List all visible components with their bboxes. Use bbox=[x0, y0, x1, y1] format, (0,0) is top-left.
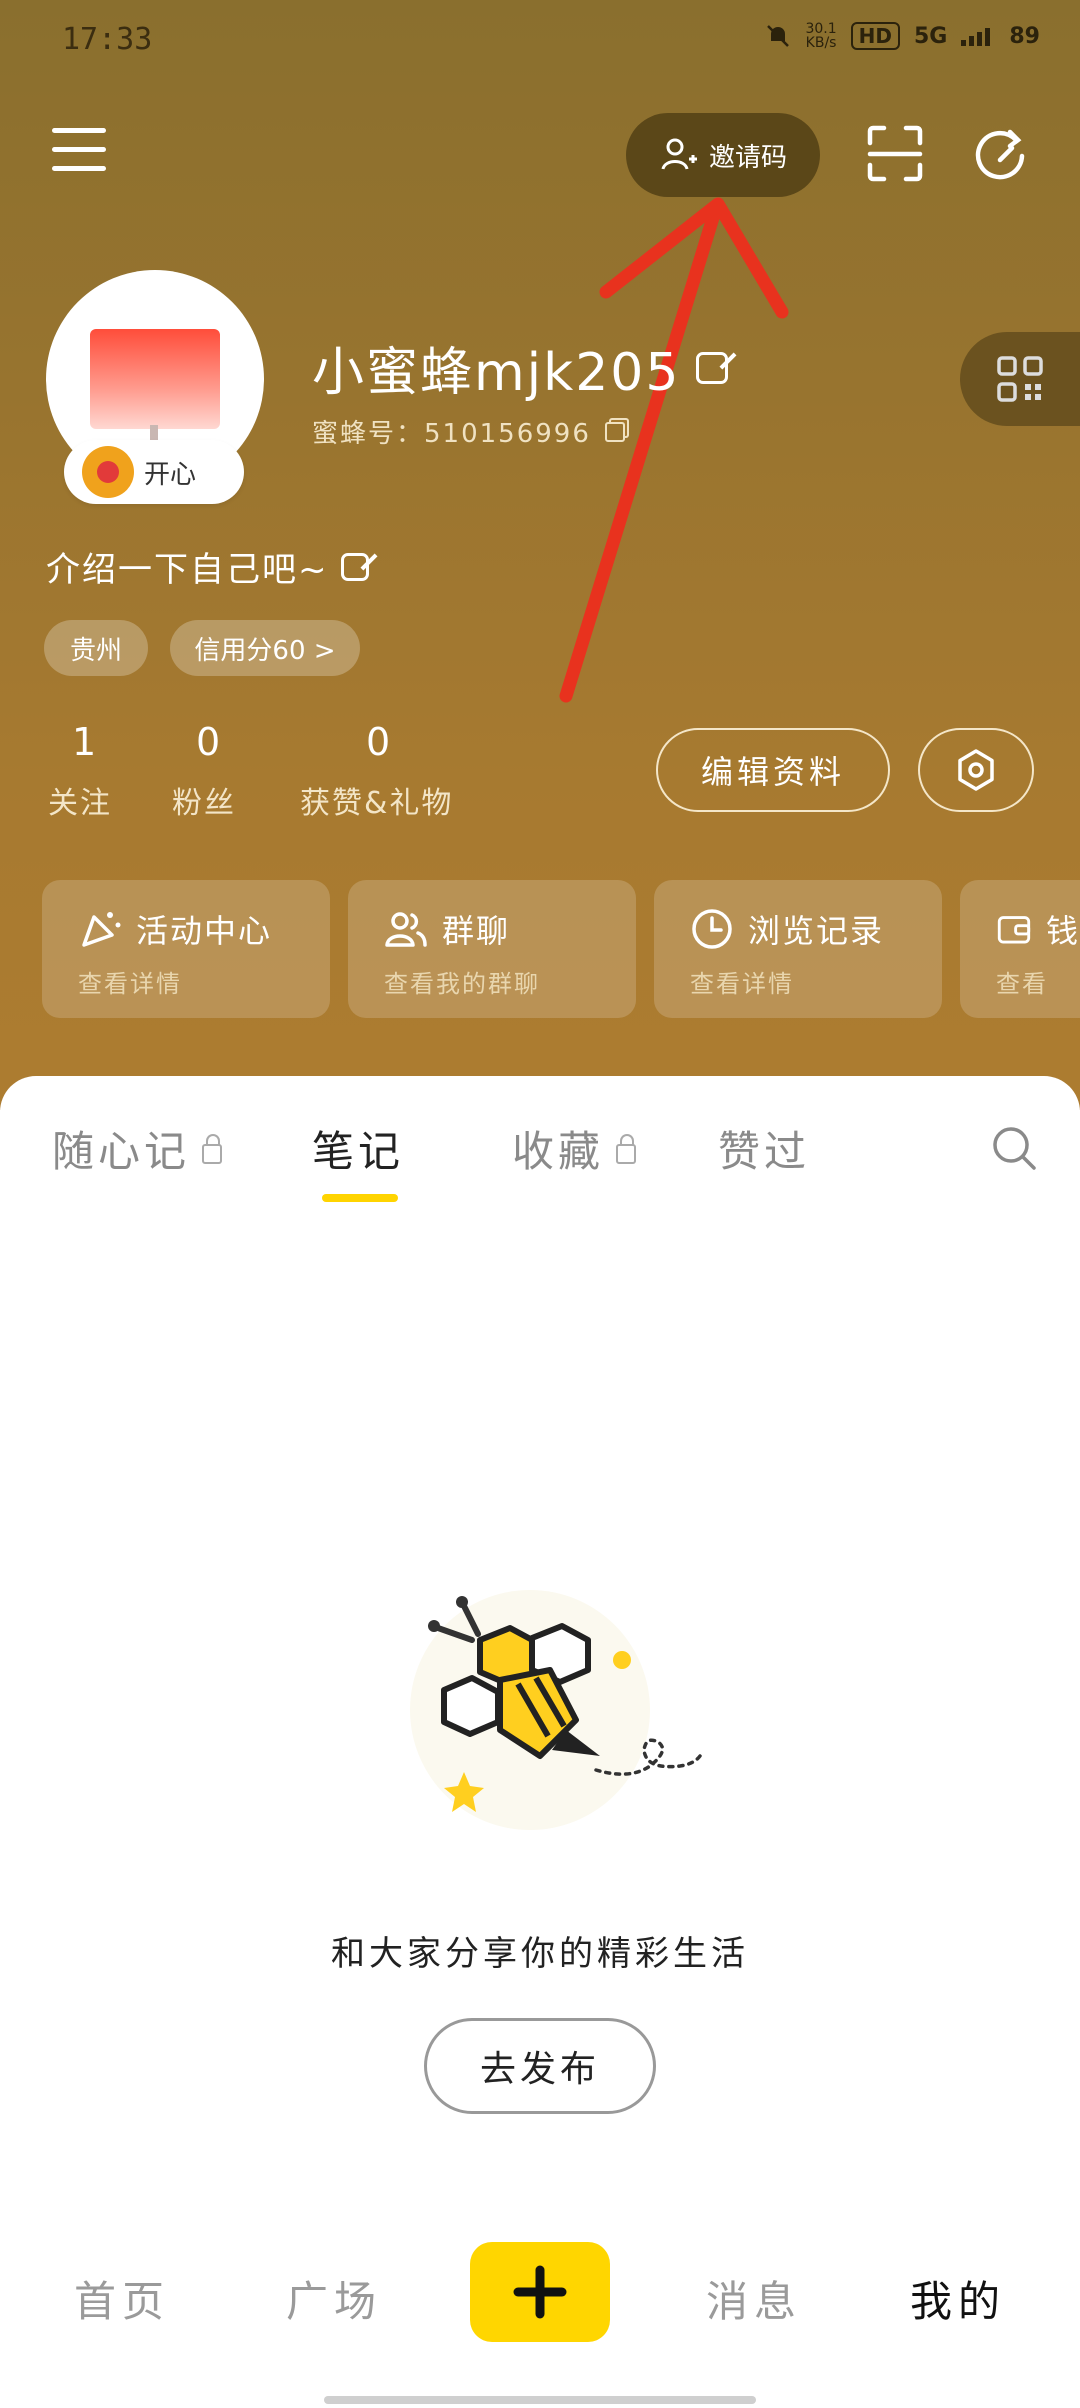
wallet-icon bbox=[997, 916, 1031, 944]
settings-icon bbox=[958, 749, 994, 791]
nav-plaza[interactable]: 广场 bbox=[286, 2268, 382, 2329]
quick-card-title: 活动中心 bbox=[136, 912, 273, 950]
mood-label: 开心 bbox=[144, 459, 197, 490]
mood-icon bbox=[82, 446, 134, 498]
edit-bio-icon[interactable] bbox=[340, 552, 369, 581]
avatar-image bbox=[90, 329, 220, 455]
quick-card-activity[interactable]: 活动中心 查看详情 bbox=[42, 880, 330, 1018]
battery-level: 89 bbox=[1009, 23, 1040, 49]
tab-favorites[interactable]: 收藏 bbox=[512, 1118, 637, 1179]
lock-icon bbox=[616, 1133, 637, 1164]
following-count: 1 bbox=[72, 720, 97, 764]
quick-card-subtitle: 查看详情 bbox=[690, 970, 794, 998]
tab-label: 随心记 bbox=[52, 1127, 191, 1176]
tab-random-notes[interactable]: 随心记 bbox=[52, 1118, 223, 1179]
settings-button[interactable] bbox=[918, 728, 1034, 812]
tab-liked[interactable]: 赞过 bbox=[718, 1118, 810, 1179]
qr-code-button[interactable] bbox=[960, 332, 1080, 426]
following-label: 关注 bbox=[48, 786, 112, 821]
quick-card-subtitle: 查看详情 bbox=[78, 970, 182, 998]
bio-text: 介绍一下自己吧~ bbox=[46, 550, 329, 590]
username[interactable]: 小蜜蜂mjk205 bbox=[312, 330, 729, 405]
tab-label: 收藏 bbox=[512, 1127, 605, 1176]
copy-icon[interactable] bbox=[604, 421, 625, 442]
active-tab-indicator bbox=[322, 1194, 398, 1202]
search-icon[interactable] bbox=[990, 1124, 1038, 1172]
status-icons: 30.1 KB/s HD 5G 89 bbox=[765, 22, 1040, 50]
followers-count: 0 bbox=[196, 720, 221, 764]
tab-notes[interactable]: 笔记 bbox=[312, 1118, 404, 1179]
clock-icon bbox=[692, 909, 732, 949]
signal-icon bbox=[961, 28, 991, 46]
hd-badge: HD bbox=[850, 22, 900, 50]
quick-card-subtitle: 查看我的群聊 bbox=[384, 970, 540, 998]
quick-card-group-chat[interactable]: 群聊 查看我的群聊 bbox=[348, 880, 636, 1018]
status-time: 17:33 bbox=[62, 22, 153, 57]
username-text: 小蜜蜂mjk205 bbox=[312, 343, 681, 403]
likes-count: 0 bbox=[366, 720, 391, 764]
network-speed: 30.1 KB/s bbox=[805, 21, 837, 51]
user-id: 蜜蜂号：510156996 bbox=[312, 413, 625, 450]
stat-following[interactable]: 1 关注 bbox=[48, 720, 112, 822]
add-user-icon bbox=[661, 138, 697, 170]
nav-messages[interactable]: 消息 bbox=[706, 2268, 802, 2329]
publish-button[interactable]: 去发布 bbox=[424, 2018, 656, 2114]
qr-code-icon bbox=[997, 356, 1043, 402]
quick-card-title: 群聊 bbox=[442, 912, 511, 950]
nav-home[interactable]: 首页 bbox=[74, 2268, 170, 2329]
scan-icon[interactable] bbox=[866, 125, 924, 183]
likes-label: 获赞&礼物 bbox=[300, 786, 454, 821]
mood-badge[interactable]: 开心 bbox=[64, 440, 244, 504]
empty-state-text: 和大家分享你的精彩生活 bbox=[331, 1934, 749, 1974]
edit-name-icon[interactable] bbox=[696, 351, 729, 384]
followers-label: 粉丝 bbox=[172, 786, 236, 821]
menu-button[interactable] bbox=[52, 128, 106, 174]
quick-card-history[interactable]: 浏览记录 查看详情 bbox=[654, 880, 942, 1018]
location-tag[interactable]: 贵州 bbox=[44, 620, 148, 676]
tab-label: 笔记 bbox=[312, 1127, 405, 1176]
stat-likes-gifts[interactable]: 0 获赞&礼物 bbox=[300, 720, 453, 822]
quick-card-subtitle: 查看 bbox=[996, 970, 1048, 998]
group-icon bbox=[385, 912, 427, 947]
nav-mine[interactable]: 我的 bbox=[910, 2268, 1006, 2329]
lock-icon bbox=[202, 1133, 223, 1164]
stat-followers[interactable]: 0 粉丝 bbox=[172, 720, 236, 822]
network-type: 5G bbox=[914, 23, 948, 49]
plus-icon bbox=[513, 2265, 567, 2319]
quick-card-title: 钱 bbox=[1045, 912, 1080, 950]
credit-score-tag[interactable]: 信用分60 > bbox=[170, 620, 360, 676]
invite-code-button[interactable]: 邀请码 bbox=[626, 113, 820, 197]
bio[interactable]: 介绍一下自己吧~ bbox=[46, 542, 369, 591]
edit-profile-button[interactable]: 编辑资料 bbox=[656, 728, 890, 812]
quick-card-wallet[interactable]: 钱 查看 bbox=[960, 880, 1080, 1018]
activity-icon bbox=[82, 912, 121, 947]
create-post-button[interactable] bbox=[470, 2242, 610, 2342]
home-indicator[interactable] bbox=[324, 2396, 756, 2404]
quick-card-title: 浏览记录 bbox=[748, 912, 885, 950]
menu-icon bbox=[52, 128, 106, 133]
invite-code-label: 邀请码 bbox=[708, 142, 787, 173]
user-id-text: 蜜蜂号：510156996 bbox=[312, 419, 591, 449]
refresh-icon[interactable] bbox=[972, 126, 1028, 182]
mute-icon bbox=[767, 25, 790, 47]
tab-label: 赞过 bbox=[718, 1127, 811, 1176]
bee-illustration bbox=[410, 1590, 702, 1830]
